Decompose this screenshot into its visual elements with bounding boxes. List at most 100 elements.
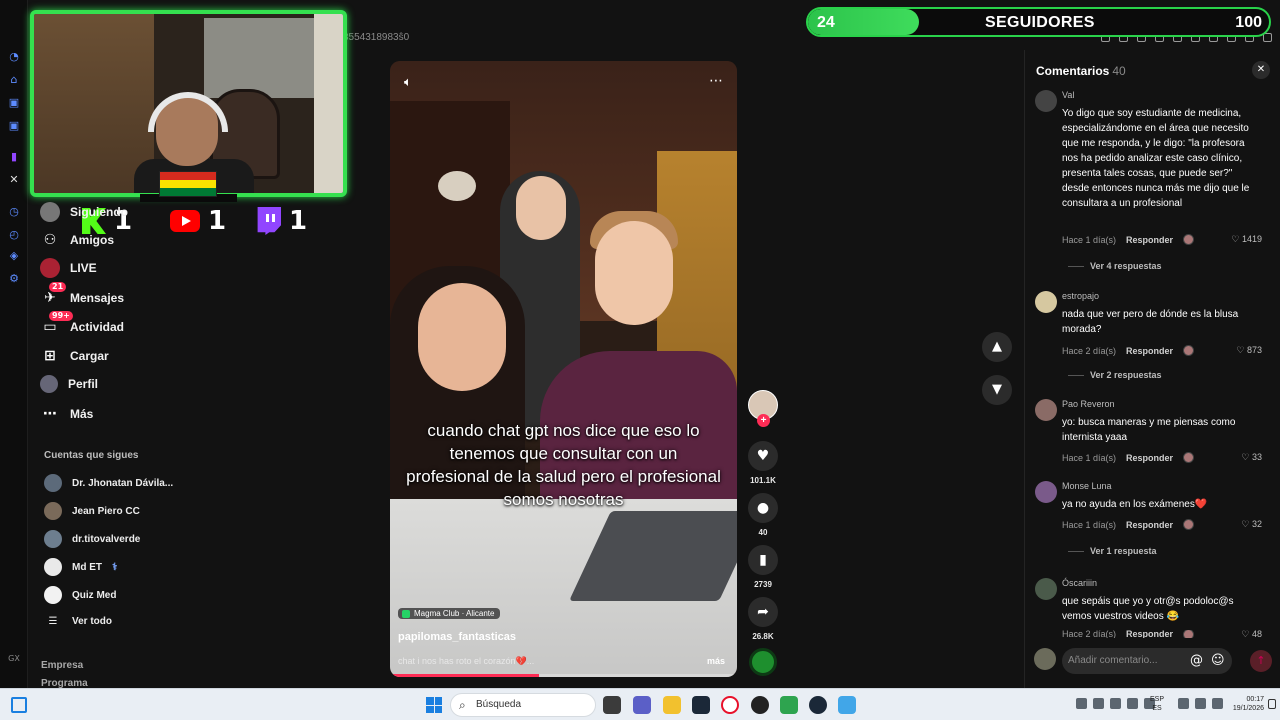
mail-icon[interactable]: ▣ [7, 96, 21, 110]
reply-button[interactable]: Responder [1126, 346, 1173, 356]
next-video-button[interactable]: ▼ [982, 375, 1012, 405]
sidebar-item-upload[interactable]: ⊞ Cargar [40, 346, 109, 366]
battery-icon[interactable] [1212, 698, 1223, 709]
view-replies-button[interactable]: Ver 1 respuesta [1068, 546, 1157, 556]
close-comments-button[interactable]: ✕ [1252, 61, 1270, 79]
clock-time: 00:17 [1246, 696, 1264, 703]
clock[interactable]: 00:17 19/1/2026 [1224, 695, 1264, 713]
comment-time: Hace 2 día(s) [1062, 345, 1117, 356]
view-replies-button[interactable]: Ver 2 respuestas [1068, 370, 1162, 380]
music-disc-icon[interactable] [749, 648, 777, 676]
opera-gx-icon[interactable] [721, 696, 739, 714]
comments-title-label: Comentarios [1036, 64, 1110, 78]
more-icon: ⋯ [43, 406, 57, 422]
sidebar-item-activity[interactable]: ▭ 99+ Actividad [40, 311, 124, 337]
comment-user[interactable]: Pao Reveron [1062, 399, 1115, 409]
teams-icon[interactable] [633, 696, 651, 714]
sidebar-item-live[interactable]: LIVE [40, 258, 97, 278]
clock-icon[interactable]: ◷ [7, 205, 21, 219]
comment-likes[interactable]: ♡ 1419 [1231, 234, 1262, 245]
followers-goal: 100 [1235, 14, 1262, 31]
tray-app-icon[interactable] [1093, 698, 1104, 709]
mailbox-icon[interactable]: ▣ [7, 119, 21, 133]
cube-icon[interactable]: ◈ [7, 249, 21, 263]
mention-icon[interactable]: @ [1190, 653, 1203, 668]
comment-user[interactable]: Val [1062, 90, 1074, 100]
history-icon[interactable]: ◴ [7, 228, 21, 242]
emoji-icon[interactable]: ☺ [1211, 653, 1225, 668]
tray-app-icon[interactable] [1110, 698, 1121, 709]
followed-account[interactable]: Md ET ⚕ [44, 558, 117, 576]
avatar[interactable] [1035, 399, 1057, 421]
comment-likes[interactable]: ♡ 873 [1236, 345, 1262, 356]
sidebar-item-friends[interactable]: ⚇ Amigos [40, 230, 114, 250]
previous-video-button[interactable]: ▲ [982, 332, 1012, 362]
location-tag[interactable]: Magma Club · Alicante [398, 608, 501, 619]
follow-plus-icon[interactable]: + [757, 414, 770, 427]
friends-icon: ⚇ [43, 232, 57, 248]
settings-icon[interactable]: ⚙ [7, 272, 21, 286]
sidebar-item-more[interactable]: ⋯ Más [40, 404, 93, 424]
followed-account-name: dr.titovalverde [72, 533, 141, 545]
save-button[interactable]: ▮ 2739 [745, 545, 781, 589]
comment-time: Hace 1 día(s) [1062, 452, 1117, 463]
reply-button[interactable]: Responder [1126, 453, 1173, 463]
reply-button[interactable]: Responder [1126, 520, 1173, 530]
x-icon[interactable]: ✕ [7, 173, 21, 187]
video-player[interactable]: 🔈︎ ⋯ cuando chat gpt nos dice que eso lo… [390, 61, 737, 677]
task-view-icon[interactable] [603, 696, 621, 714]
send-comment-button[interactable]: ↑ [1250, 650, 1272, 672]
see-more-link[interactable]: más [707, 656, 725, 666]
steam-icon[interactable] [692, 696, 710, 714]
followed-account[interactable]: Quiz Med [44, 586, 116, 604]
avatar[interactable] [1035, 481, 1057, 503]
footer-link-business[interactable]: Empresa [41, 660, 83, 671]
video-username[interactable]: papilomas_fantasticas [398, 631, 516, 643]
avatar[interactable] [1035, 90, 1057, 112]
comment-likes[interactable]: ♡ 48 [1241, 630, 1262, 638]
comment-user[interactable]: estropajo [1062, 291, 1099, 301]
avatar[interactable] [1035, 291, 1057, 313]
bag-icon[interactable]: ⌂ [7, 73, 21, 87]
sidebar-item-messages[interactable]: ✈ 21 Mensajes [40, 282, 124, 308]
followers-label: SEGUIDORES [985, 14, 1095, 31]
comment-button[interactable]: ● 40 [745, 493, 781, 537]
avatar[interactable] [1035, 578, 1057, 600]
network-icon[interactable] [1178, 698, 1189, 709]
avatar [1034, 648, 1056, 670]
sidebar-item-following[interactable]: Siguiendo [40, 202, 128, 222]
comment-user[interactable]: Óscariiin [1062, 578, 1097, 588]
gx-icon[interactable]: GX [7, 652, 21, 666]
whatsapp-icon[interactable]: ◔ [7, 50, 21, 64]
file-explorer-icon[interactable] [663, 696, 681, 714]
video-progress-bar[interactable] [390, 674, 737, 677]
like-button[interactable]: ♥ 101.1K [745, 441, 781, 485]
app-icon[interactable] [780, 696, 798, 714]
followed-account[interactable]: dr.titovalverde [44, 530, 140, 548]
taskbar-search[interactable]: ⌕ Búsqueda [450, 693, 596, 717]
reply-button[interactable]: Responder [1126, 630, 1173, 638]
obs-icon[interactable] [751, 696, 769, 714]
see-all-button[interactable]: ☰ Ver todo [44, 616, 113, 627]
volume-icon[interactable]: 🔈︎ [404, 75, 412, 90]
twitch-icon[interactable]: ▮ [7, 150, 21, 164]
reply-button[interactable]: Responder [1126, 235, 1173, 245]
share-button[interactable]: ➦ 26.8K [745, 597, 781, 641]
language-indicator[interactable]: ESP ES [1150, 695, 1164, 713]
followed-account[interactable]: Dr. Jhonatan Dávila... [44, 474, 173, 492]
volume-icon[interactable] [1195, 698, 1206, 709]
tray-chevron-icon[interactable] [1076, 698, 1087, 709]
steam-client-icon[interactable] [809, 696, 827, 714]
tray-app-icon[interactable] [1127, 698, 1138, 709]
more-options-icon[interactable]: ⋯ [709, 73, 723, 89]
app-icon[interactable] [838, 696, 856, 714]
widgets-icon[interactable] [11, 697, 27, 713]
comment-user[interactable]: Monse Luna [1062, 481, 1112, 491]
start-button[interactable] [426, 697, 442, 713]
notification-icon[interactable] [1268, 699, 1276, 709]
view-replies-button[interactable]: Ver 4 respuestas [1068, 261, 1162, 271]
sidebar-item-profile[interactable]: Perfil [40, 375, 98, 393]
comment-likes[interactable]: ♡ 32 [1241, 519, 1262, 530]
comment-likes[interactable]: ♡ 33 [1241, 452, 1262, 463]
followed-account[interactable]: Jean Piero CC [44, 502, 140, 520]
